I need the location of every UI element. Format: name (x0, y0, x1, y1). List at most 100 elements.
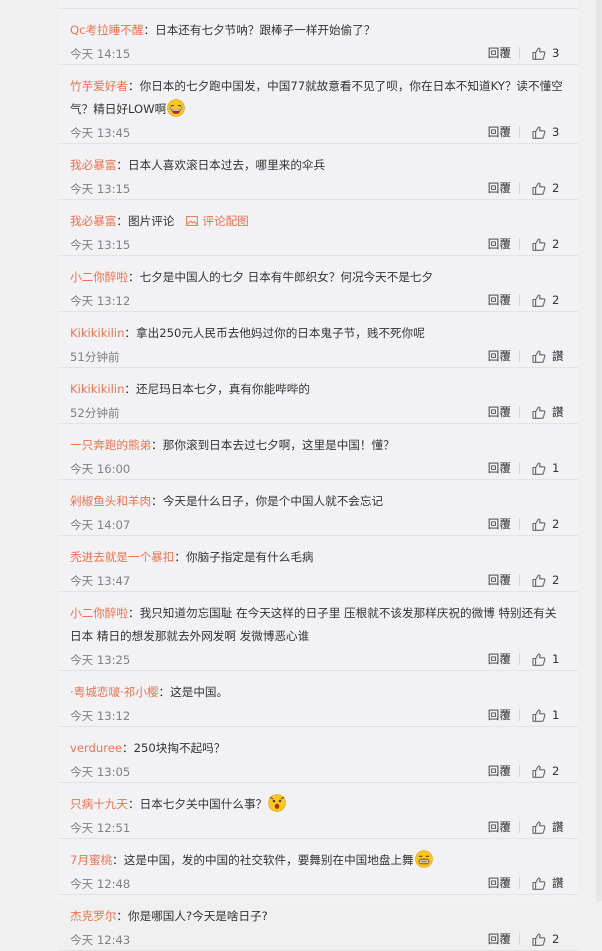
author-separator: ： (143, 23, 156, 37)
author-separator: ： (116, 909, 128, 923)
thumbs-up-icon (532, 877, 546, 890)
list-top-edge (58, 0, 578, 9)
like-button[interactable]: 2 (520, 233, 568, 255)
comment-body: 那你滚到日本去过七夕啊，这里是中国！懂？ (162, 438, 395, 452)
comment-author-link[interactable]: Qc考拉睡不醒 (70, 23, 143, 37)
like-button[interactable]: 讚 (520, 345, 568, 367)
comment-actions: 回覆 2 (488, 289, 568, 311)
like-button[interactable]: 1 (520, 704, 568, 726)
comment-text: 秃进去就是一个暴扣：你脑子指定是有什么毛病 (70, 546, 568, 569)
comment-item: 杰克罗尔：你是哪国人?今天是啥日子? 今天 12:43 回覆 2 (58, 895, 578, 951)
comment-time: 今天 13:15 (70, 182, 131, 196)
like-button[interactable]: 讚 (520, 816, 568, 838)
reply-button[interactable]: 回覆 (488, 294, 520, 306)
reply-button[interactable]: 回覆 (488, 933, 520, 945)
reply-button[interactable]: 回覆 (488, 877, 520, 889)
reply-button[interactable]: 回覆 (488, 821, 520, 833)
comment-text: 只病十九天：日本七夕关中国什么事？ (70, 793, 568, 816)
comment-meta: 今天 13:25 回覆 1 (70, 648, 568, 670)
reply-button[interactable]: 回覆 (488, 653, 520, 665)
comment-meta: 今天 14:07 回覆 2 (70, 513, 568, 535)
like-count: 讚 (552, 876, 564, 890)
thumbs-up-icon (532, 653, 546, 666)
thumbs-up-icon (532, 933, 546, 946)
comment-text: 剁椒鱼头和羊肉：今天是什么日子，你是个中国人就不会忘记 (70, 490, 568, 513)
like-count: 1 (552, 461, 560, 475)
comment-author-link[interactable]: verduree (70, 741, 122, 755)
comment-time: 52分钟前 (70, 406, 120, 420)
reply-button[interactable]: 回覆 (488, 462, 520, 474)
like-button[interactable]: 讚 (520, 401, 568, 423)
comment-body: 这是中国，发的中国的社交软件，要舞别在中国地盘上舞 (123, 853, 414, 867)
like-button[interactable]: 3 (520, 42, 568, 64)
comment-author-link[interactable]: 一只奔跑的熊弟 (70, 438, 151, 452)
thumbs-up-icon (532, 238, 546, 251)
reply-button[interactable]: 回覆 (488, 574, 520, 586)
comment-body: 日本人喜欢滚日本过去，哪里来的伞兵 (128, 158, 326, 172)
comment-body: 日本还有七夕节呐？跟棒子一样开始偷了？ (155, 23, 376, 37)
like-button[interactable]: 2 (520, 289, 568, 311)
emoji-grin-icon (414, 850, 433, 868)
reply-button[interactable]: 回覆 (488, 406, 520, 418)
comment-author-link[interactable]: 我必暴富 (70, 214, 116, 228)
comment-actions: 回覆 2 (488, 177, 568, 199)
reply-button[interactable]: 回覆 (488, 765, 520, 777)
comment-body: 这是中国。 (170, 685, 229, 699)
like-button[interactable]: 2 (520, 928, 568, 950)
comment-meta: 今天 14:15 回覆 3 (70, 42, 568, 64)
like-count: 讚 (552, 405, 564, 419)
comment-body: 我只知道勿忘国耻 在今天这样的日子里 压根就不该发那样庆祝的微博 特别还有关日本… (70, 606, 557, 643)
comment-author-link[interactable]: 杰克罗尔 (70, 909, 116, 923)
comment-text: Qc考拉睡不醒：日本还有七夕节呐？跟棒子一样开始偷了？ (70, 19, 568, 42)
like-button[interactable]: 1 (520, 457, 568, 479)
comment-author-link[interactable]: 秃进去就是一个暴扣 (70, 550, 174, 564)
scrollbar[interactable] (596, 0, 602, 901)
comment-author-link[interactable]: ·粤城恋啵·祁小樱 (70, 685, 159, 699)
like-button[interactable]: 讚 (520, 872, 568, 894)
comment-item: 我必暴富：日本人喜欢滚日本过去，哪里来的伞兵今天 13:15 回覆 2 (58, 144, 578, 200)
reply-button[interactable]: 回覆 (488, 518, 520, 530)
like-button[interactable]: 1 (520, 648, 568, 670)
comment-author-link[interactable]: Kikikikilin (70, 382, 124, 396)
comment-picture-link[interactable]: 评论配图 (186, 214, 249, 228)
like-button[interactable]: 3 (520, 121, 568, 143)
emoji-shock-icon (267, 794, 286, 812)
comment-author-link[interactable]: 竹芋爱好者 (70, 79, 128, 93)
comment-author-link[interactable]: 我必暴富 (70, 158, 116, 172)
thumbs-up-icon (532, 406, 546, 419)
comment-time: 今天 13:45 (70, 126, 131, 140)
comment-item: Kikikikilin：还尼玛日本七夕，真有你能哔哔的 52分钟前 回覆 讚 (58, 368, 578, 424)
like-count: 1 (552, 708, 560, 722)
reply-button[interactable]: 回覆 (488, 709, 520, 721)
reply-button[interactable]: 回覆 (488, 126, 520, 138)
comment-text: 我必暴富：日本人喜欢滚日本过去，哪里来的伞兵 (70, 154, 568, 177)
comment-picture-label: 评论配图 (202, 214, 249, 228)
comment-author-link[interactable]: Kikikikilin (70, 326, 124, 340)
reply-button[interactable]: 回覆 (488, 182, 520, 194)
comment-author-link[interactable]: 小二你醉啦 (70, 606, 128, 620)
author-separator: ： (116, 214, 128, 228)
comment-author-link[interactable]: 剁椒鱼头和羊肉 (70, 494, 151, 508)
like-button[interactable]: 2 (520, 760, 568, 782)
like-count: 2 (552, 237, 560, 251)
comment-text: verduree：250块掏不起吗？ (70, 737, 568, 760)
comment-text: 小二你醉啦：我只知道勿忘国耻 在今天这样的日子里 压根就不该发那样庆祝的微博 特… (70, 602, 568, 648)
reply-button[interactable]: 回覆 (488, 350, 520, 362)
comment-author-link[interactable]: 小二你醉啦 (70, 270, 128, 284)
comment-author-link[interactable]: 7月蜜桃 (70, 853, 112, 867)
like-button[interactable]: 2 (520, 513, 568, 535)
reply-button[interactable]: 回覆 (488, 238, 520, 250)
like-button[interactable]: 2 (520, 177, 568, 199)
thumbs-up-icon (532, 350, 546, 363)
author-separator: ： (127, 270, 140, 284)
reply-button[interactable]: 回覆 (488, 47, 520, 59)
comment-item: 剁椒鱼头和羊肉：今天是什么日子，你是个中国人就不会忘记 今天 14:07 回覆 2 (58, 480, 578, 536)
like-button[interactable]: 2 (520, 569, 568, 591)
comment-actions: 回覆 1 (488, 704, 568, 726)
comment-author-link[interactable]: 只病十九天 (70, 797, 128, 811)
author-separator: ： (127, 79, 140, 93)
author-separator: ： (158, 685, 171, 699)
comment-body: 图片评论 (128, 214, 175, 228)
comment-time: 今天 13:12 (70, 294, 131, 308)
comment-meta: 52分钟前 回覆 讚 (70, 401, 568, 423)
